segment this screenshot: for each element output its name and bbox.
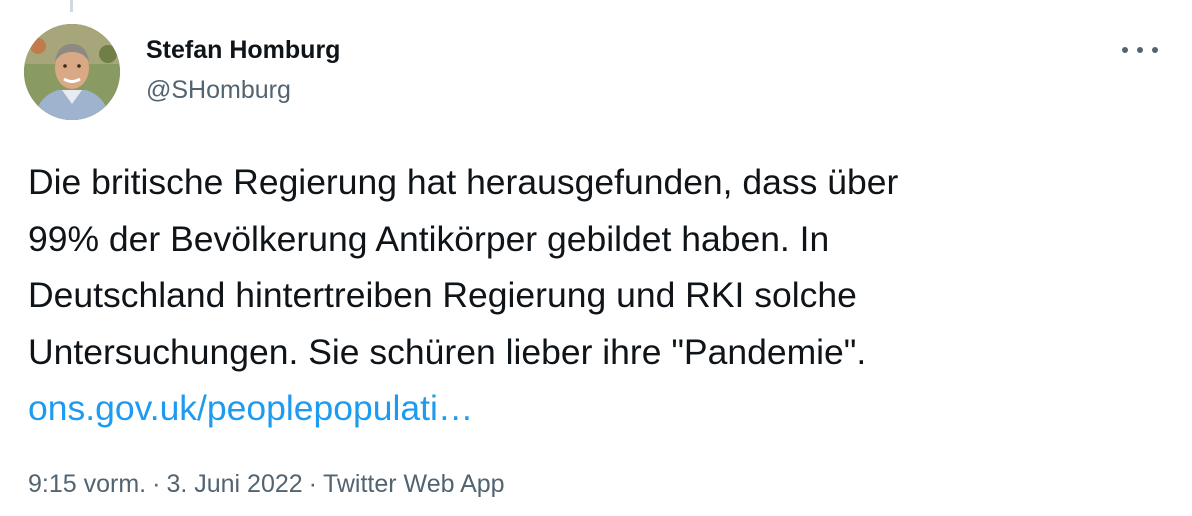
more-horizontal-icon [1122,47,1128,53]
author-display-name[interactable]: Stefan Homburg [146,34,340,66]
tweet-timestamp-time[interactable]: 9:15 vorm. [28,470,146,498]
tweet-text-line: Deutschland hintertreiben Regierung und … [28,275,857,315]
more-horizontal-icon-dot [1137,47,1143,53]
meta-separator: · [152,470,161,498]
more-horizontal-icon-dot [1152,47,1158,53]
author-handle[interactable]: @SHomburg [146,74,340,106]
meta-separator: · [308,470,317,498]
tweet-text-line: Die britische Regierung hat herausgefund… [28,162,899,202]
tweet-text-line: 99% der Bevölkerung Antikörper gebildet … [28,218,830,259]
tweet-timestamp-date[interactable]: 3. Juni 2022 [166,470,302,498]
tweet-text-line: Untersuchungen. Sie schüren lieber ihre … [28,331,867,372]
profile-photo-icon [24,24,120,120]
avatar[interactable] [24,24,120,120]
tweet-author: Stefan Homburg @SHomburg [146,34,340,106]
thread-connector-line [70,0,73,12]
more-options-button[interactable] [1122,38,1158,62]
tweet-link[interactable]: ons.gov.uk/peoplepopulati… [28,388,473,428]
tweet-metadata: 9:15 vorm. · 3. Juni 2022 · Twitter Web App [28,468,505,500]
tweet-source[interactable]: Twitter Web App [323,470,505,498]
tweet-text: Die britische Regierung hat herausgefund… [28,154,1168,437]
